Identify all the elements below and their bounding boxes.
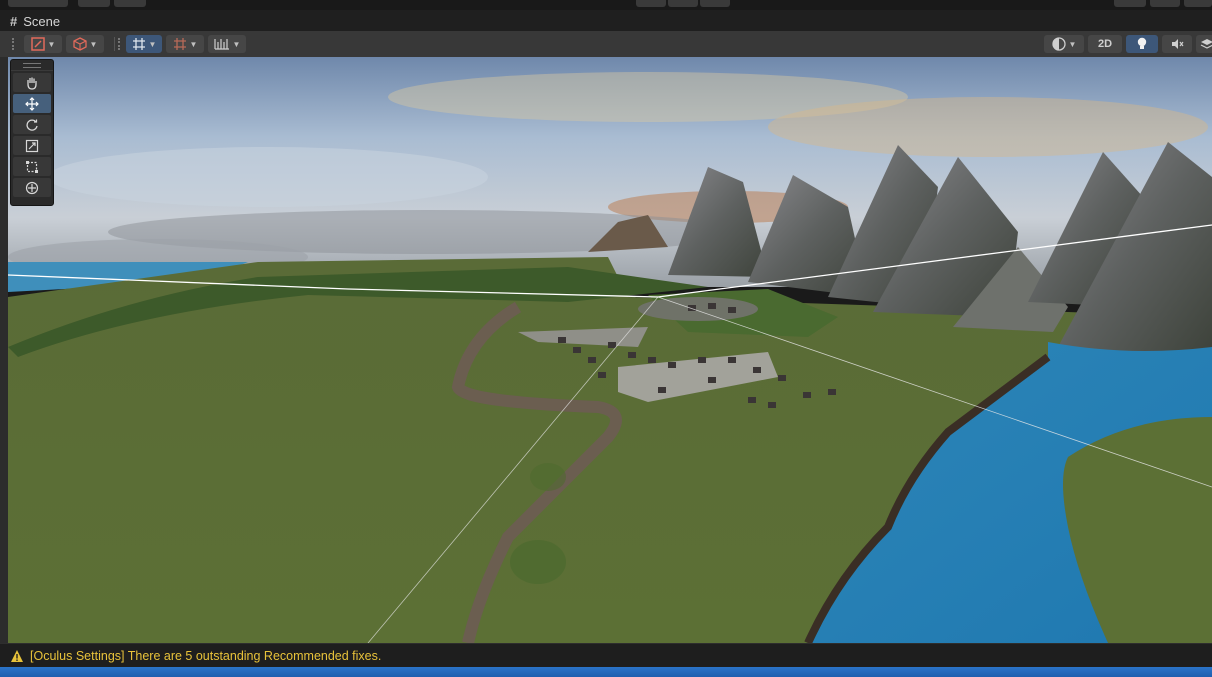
lightbulb-icon (1137, 37, 1147, 49)
toolbar-divider (114, 37, 115, 51)
scene-toolbar: ▼ ▼ ▼ ▼ ▼ ▼ 2D (0, 31, 1212, 58)
left-panel-edge (0, 57, 8, 643)
chevron-down-icon: ▼ (189, 39, 198, 49)
console-status-bar[interactable]: [Oculus Settings] There are 5 outstandin… (0, 643, 1212, 668)
pause-button[interactable] (668, 0, 698, 7)
rotate-tool-icon (26, 119, 38, 131)
palette-drag-handle[interactable] (11, 60, 53, 71)
gizmo-tool-context-icon (30, 37, 45, 51)
effects-dropdown[interactable] (1196, 35, 1212, 53)
grid-snapping-icon (132, 38, 145, 50)
collab-button[interactable] (114, 0, 146, 7)
chevron-down-icon: ▼ (89, 39, 98, 49)
warning-icon (11, 650, 23, 662)
draw-mode-cube-icon (72, 37, 87, 51)
tool-context-dropdown[interactable]: ▼ (24, 35, 62, 53)
play-button[interactable] (636, 0, 666, 7)
status-message: [Oculus Settings] There are 5 outstandin… (30, 649, 382, 663)
chevron-down-icon: ▼ (47, 39, 56, 49)
scale-tool-icon (25, 139, 39, 152)
grid-hash-icon: # (10, 14, 18, 29)
cloud-button[interactable] (78, 0, 110, 7)
transform-tool-button[interactable] (13, 178, 51, 197)
account-button[interactable] (8, 0, 68, 7)
rotate-tool-button[interactable] (13, 115, 51, 134)
rect-tool-icon (26, 160, 38, 173)
draw-mode-dropdown[interactable]: ▼ (66, 35, 104, 53)
audio-toggle[interactable] (1162, 35, 1192, 53)
scene-viewport[interactable] (8, 57, 1212, 643)
tool-palette (10, 59, 54, 206)
ruler-snap-icon (213, 39, 229, 50)
ruler-snap-dropdown[interactable]: ▼ (208, 35, 246, 53)
history-button[interactable] (1114, 0, 1146, 7)
chevron-down-icon: ▼ (232, 39, 241, 49)
toolbar-grip (12, 38, 16, 50)
increment-snap-dropdown[interactable]: ▼ (166, 35, 204, 53)
step-button[interactable] (700, 0, 730, 7)
toolbar-grip (118, 38, 122, 50)
chevron-down-icon: ▼ (1068, 39, 1077, 49)
os-taskbar (0, 667, 1212, 677)
tab-scene-label: Scene (23, 14, 61, 29)
audio-mute-icon (1172, 39, 1184, 49)
increment-snap-icon (173, 38, 186, 50)
layers-dropdown[interactable] (1184, 0, 1212, 7)
layers-icon (1200, 39, 1212, 49)
chevron-down-icon: ▼ (148, 39, 157, 49)
shading-mode-dropdown[interactable]: ▼ (1044, 35, 1084, 53)
move-tool-icon (25, 96, 39, 111)
hand-tool-icon (27, 77, 37, 90)
shading-sphere-icon (1051, 37, 1066, 51)
editor-top-strip (0, 0, 1212, 10)
lighting-toggle[interactable] (1126, 35, 1158, 53)
transform-tool-icon (25, 181, 39, 194)
rect-tool-button[interactable] (13, 157, 51, 176)
toggle-2d-button[interactable]: 2D (1088, 35, 1122, 53)
terrain-render (8, 57, 1212, 643)
tab-scene[interactable]: # Scene (10, 12, 60, 31)
scene-tab-bar: # Scene (0, 10, 1212, 32)
move-tool-button[interactable] (13, 94, 51, 113)
scale-tool-button[interactable] (13, 136, 51, 155)
grid-snapping-toggle[interactable]: ▼ (126, 35, 162, 53)
hand-tool-button[interactable] (13, 73, 51, 92)
search-button[interactable] (1150, 0, 1180, 7)
